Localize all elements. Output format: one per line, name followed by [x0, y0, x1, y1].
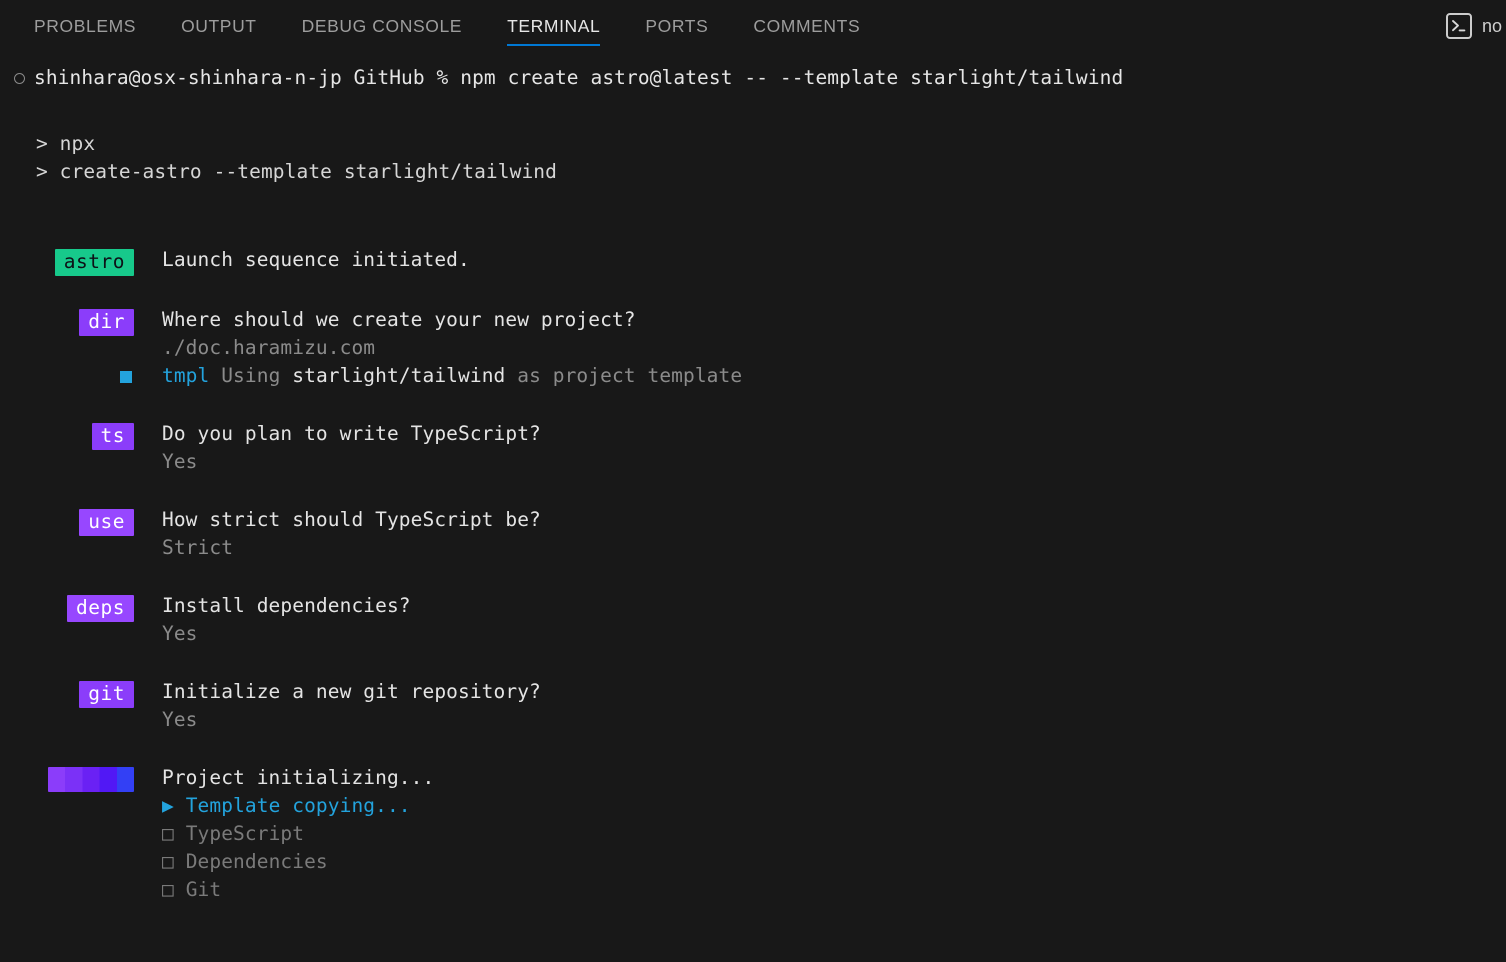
project-init-title: Project initializing...	[162, 766, 435, 789]
task-template-copying: ▶ Template copying...	[162, 792, 1506, 820]
step-use-answer: Strict	[162, 536, 234, 559]
step-git: git Initialize a new git repository? Yes	[0, 678, 1506, 734]
step-git-content: Initialize a new git repository? Yes	[134, 678, 1506, 734]
tmpl-prefix: Using	[221, 364, 281, 387]
terminal-icon[interactable]	[1445, 13, 1472, 39]
step-astro-content: Launch sequence initiated.	[134, 246, 1506, 274]
blue-square-icon	[120, 371, 132, 383]
task-dependencies-label: Dependencies	[185, 850, 328, 873]
step-dir-gutter: dir	[0, 306, 134, 336]
step-dir-answer: ./doc.haramizu.com	[162, 336, 376, 359]
step-ts: ts Do you plan to write TypeScript? Yes	[0, 420, 1506, 476]
panel-tab-bar: PROBLEMS OUTPUT DEBUG CONSOLE TERMINAL P…	[0, 0, 1506, 52]
task-dependencies: □ Dependencies	[162, 848, 1506, 876]
task-typescript-label: TypeScript	[185, 822, 305, 845]
step-git-gutter: git	[0, 678, 134, 708]
badge-dir: dir	[79, 309, 134, 336]
prompt-command: shinhara@osx-shinhara-n-jp GitHub % npm …	[34, 66, 1124, 89]
step-astro-gutter: astro	[0, 246, 134, 276]
step-ts-gutter: ts	[0, 420, 134, 450]
npx-line-2: > create-astro --template starlight/tail…	[36, 160, 557, 183]
step-tmpl-content: tmpl Using starlight/tailwind as project…	[134, 362, 1506, 390]
gradient-bar-icon	[48, 767, 134, 792]
tab-debug-console-label: DEBUG CONSOLE	[301, 16, 463, 36]
terminal-output[interactable]: shinhara@osx-shinhara-n-jp GitHub % npm …	[0, 64, 1506, 904]
tab-terminal-label: TERMINAL	[507, 16, 601, 36]
prompt-line: shinhara@osx-shinhara-n-jp GitHub % npm …	[0, 64, 1506, 92]
tab-ports-label: PORTS	[645, 16, 709, 36]
npx-line-1: > npx	[36, 132, 96, 155]
tmpl-value: starlight/tailwind	[292, 364, 506, 387]
step-astro-question: Launch sequence initiated.	[162, 248, 470, 271]
badge-deps: deps	[67, 595, 134, 622]
step-deps-answer: Yes	[162, 622, 198, 645]
step-ts-question: Do you plan to write TypeScript?	[162, 422, 541, 445]
task-typescript: □ TypeScript	[162, 820, 1506, 848]
tab-debug-console[interactable]: DEBUG CONSOLE	[302, 0, 462, 52]
task-template-copying-label: Template copying...	[185, 794, 411, 817]
checkbox-empty-icon: □	[162, 850, 174, 873]
step-deps-content: Install dependencies? Yes	[134, 592, 1506, 648]
tab-comments-label: COMMENTS	[753, 16, 861, 36]
tab-problems[interactable]: PROBLEMS	[34, 0, 136, 52]
tab-output[interactable]: OUTPUT	[181, 0, 257, 52]
step-use-content: How strict should TypeScript be? Strict	[134, 506, 1506, 562]
tmpl-suffix: as project template	[517, 364, 743, 387]
step-project-init-gutter	[0, 764, 134, 792]
step-dir-content: Where should we create your new project?…	[134, 306, 1506, 362]
badge-ts: ts	[91, 423, 134, 450]
step-use-gutter: use	[0, 506, 134, 536]
step-deps-question: Install dependencies?	[162, 594, 411, 617]
tab-comments[interactable]: COMMENTS	[753, 0, 860, 52]
step-use-question: How strict should TypeScript be?	[162, 508, 541, 531]
terminal-session-label: no	[1481, 15, 1502, 36]
step-git-question: Initialize a new git repository?	[162, 680, 541, 703]
step-ts-answer: Yes	[162, 450, 198, 473]
tab-ports[interactable]: PORTS	[645, 0, 708, 52]
badge-git: git	[79, 681, 134, 708]
command-status-icon	[14, 72, 25, 84]
tab-terminal[interactable]: TERMINAL	[507, 0, 601, 52]
step-use: use How strict should TypeScript be? Str…	[0, 506, 1506, 562]
step-tmpl-gutter	[0, 362, 134, 383]
step-tmpl: tmpl Using starlight/tailwind as project…	[0, 362, 1506, 390]
tmpl-key: tmpl	[162, 364, 210, 387]
step-project-init: Project initializing... ▶ Template copyi…	[0, 764, 1506, 904]
badge-astro: astro	[54, 249, 134, 276]
tmpl-line: tmpl Using starlight/tailwind as project…	[162, 362, 1506, 390]
task-git: □ Git	[162, 876, 1506, 904]
step-dir-question: Where should we create your new project?	[162, 308, 636, 331]
step-git-answer: Yes	[162, 708, 198, 731]
checkbox-empty-icon: □	[162, 822, 174, 845]
panel-tabs: PROBLEMS OUTPUT DEBUG CONSOLE TERMINAL P…	[34, 0, 905, 52]
step-astro: astro Launch sequence initiated.	[0, 246, 1506, 276]
step-project-init-content: Project initializing... ▶ Template copyi…	[134, 764, 1506, 904]
step-deps-gutter: deps	[0, 592, 134, 622]
checkbox-empty-icon: □	[162, 878, 174, 901]
panel-right-controls: no	[1445, 0, 1506, 52]
triangle-right-icon: ▶	[162, 794, 174, 817]
tab-problems-label: PROBLEMS	[34, 16, 137, 36]
step-ts-content: Do you plan to write TypeScript? Yes	[134, 420, 1506, 476]
step-dir: dir Where should we create your new proj…	[0, 306, 1506, 362]
badge-use: use	[79, 509, 134, 536]
task-git-label: Git	[185, 878, 222, 901]
tab-output-label: OUTPUT	[181, 16, 257, 36]
step-deps: deps Install dependencies? Yes	[0, 592, 1506, 648]
